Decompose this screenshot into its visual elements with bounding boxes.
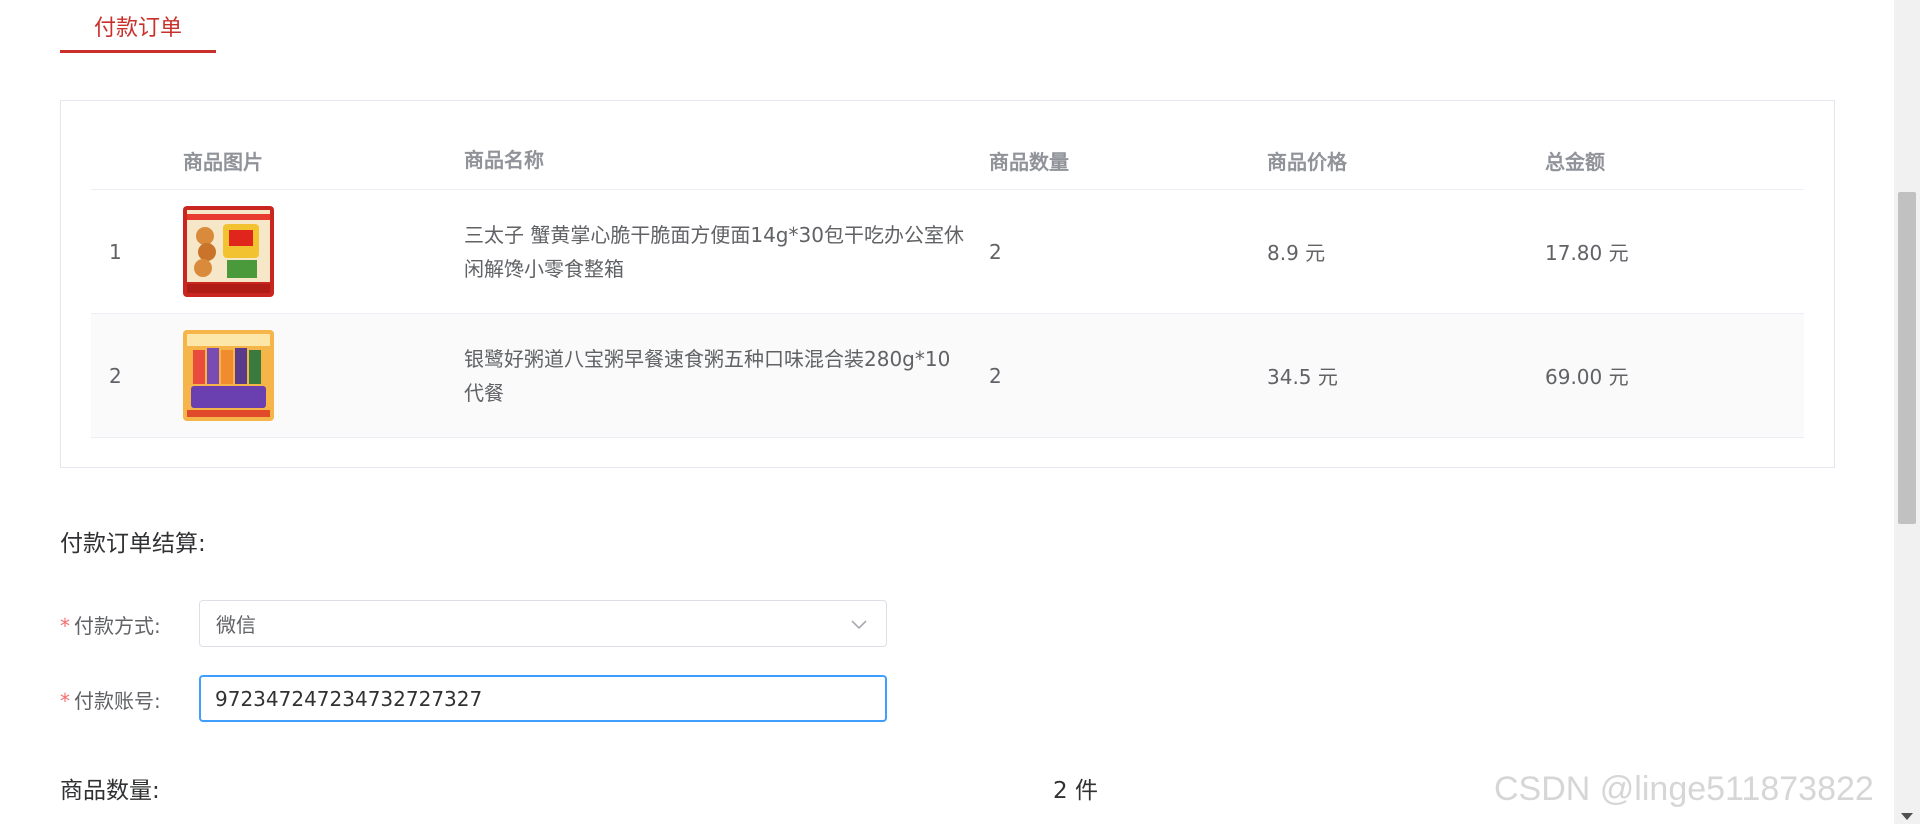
tab-payment-order[interactable]: 付款订单 [60,0,216,52]
table-row: 2 银鹭好粥道八宝粥早餐速食粥五种口味混合装280g*10代餐 2 34.5 元… [91,314,1804,438]
row-quantity: 2 [989,239,1002,264]
order-table: 商品图片 商品名称 商品数量 商品价格 总金额 1 三太子 蟹黄掌心脆干脆面方便… [91,131,1804,438]
porridge-product-image [183,330,274,421]
payment-account-value: 972347247234732727327 [215,686,483,711]
payment-account-row: * 付款账号: 972347247234732727327 [60,675,890,723]
vertical-scrollbar[interactable] [1894,0,1920,824]
row-quantity: 2 [989,363,1002,388]
settlement-title: 付款订单结算: [60,531,206,557]
required-mark: * [60,613,70,638]
payment-method-value: 微信 [216,613,256,637]
table-header: 商品图片 商品名称 商品数量 商品价格 总金额 [91,131,1804,190]
scroll-down-arrow-icon[interactable] [1901,813,1913,820]
row-image-cell [183,206,464,297]
tabs: 付款订单 [60,0,1836,56]
row-name: 三太子 蟹黄掌心脆干脆面方便面14g*30包干吃办公室休闲解馋小零食整箱 [464,222,964,281]
tab-label: 付款订单 [93,16,182,41]
payment-method-select[interactable]: 微信 [199,600,887,647]
row-image-cell [183,330,464,421]
watermark: CSDN @linge511873822 [1494,770,1874,808]
row-name: 银鹭好粥道八宝粥早餐速食粥五种口味混合装280g*10代餐 [464,346,951,405]
row-index: 1 [109,239,122,264]
payment-account-input[interactable]: 972347247234732727327 [199,675,887,722]
summary-quantity-value: 2 件 [1053,778,1098,804]
header-name: 商品名称 [464,148,544,172]
order-table-card: 商品图片 商品名称 商品数量 商品价格 总金额 1 三太子 蟹黄掌心脆干脆面方便… [60,100,1835,468]
row-total: 69.00 元 [1545,365,1629,389]
header-image: 商品图片 [183,149,263,174]
snack-product-image [183,206,274,297]
table-row: 1 三太子 蟹黄掌心脆干脆面方便面14g*30包干吃办公室休闲解馋小零食整箱 2… [91,190,1804,314]
row-index: 2 [109,363,122,388]
row-price: 34.5 元 [1267,365,1338,389]
row-price: 8.9 元 [1267,241,1326,265]
summary-quantity-label: 商品数量: [60,778,160,804]
header-price: 商品价格 [1267,149,1347,174]
header-total: 总金额 [1545,149,1605,174]
tab-active-indicator [60,50,216,53]
payment-account-label: * 付款账号: [60,688,161,713]
chevron-down-icon [851,620,867,630]
payment-method-row: * 付款方式: 微信 [60,600,890,648]
header-quantity: 商品数量 [989,149,1069,174]
row-total: 17.80 元 [1545,241,1629,265]
required-mark: * [60,688,70,713]
scrollbar-thumb[interactable] [1898,192,1916,524]
payment-method-label: * 付款方式: [60,613,161,638]
